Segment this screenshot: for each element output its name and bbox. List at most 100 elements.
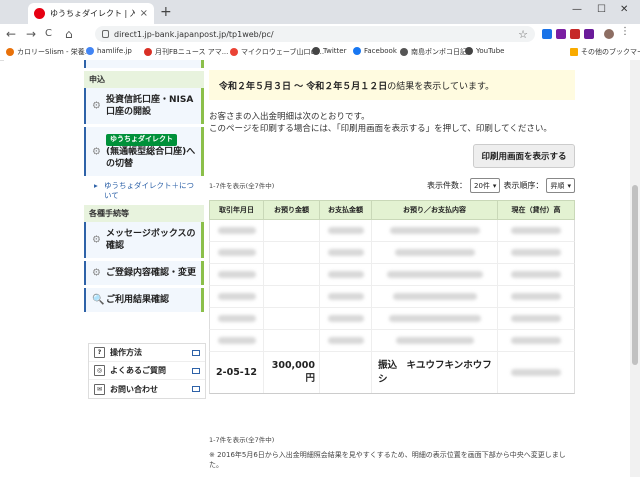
facebook-icon (353, 47, 361, 55)
help-links: ? 操作方法 ◎ よくあるご質問 ✉ お問い合わせ (88, 343, 206, 399)
sidebar-item-label: メッセージボックスの確認 (106, 228, 196, 251)
table-row (209, 220, 575, 242)
tab-bar: ゆうちょダイレクト | 入出金明細照会 × + — ☐ ✕ (0, 0, 640, 24)
table-row (209, 330, 575, 352)
reload-icon[interactable]: C (45, 28, 52, 39)
chevron-down-icon: ▾ (567, 181, 571, 190)
link-label: ゆうちょダイレクト＋について (104, 181, 194, 200)
sidebar-section-apply: 申込 (84, 71, 204, 88)
sidebar-item-label: (無通帳型総合口座)への切替 (106, 146, 196, 169)
bookmark-item[interactable]: 月刊FBニュース アマ... (144, 47, 228, 57)
help-label: 操作方法 (110, 348, 142, 357)
bookmark-item[interactable]: hamlife.jp (86, 47, 132, 55)
per-page-select[interactable]: 20件 ▾ (470, 178, 501, 193)
sidebar-item-partial[interactable] (84, 60, 204, 68)
table-header: 取引年月日 お預り金額 お支払金額 お預り／お支払内容 現在（貸付）高 (209, 200, 575, 220)
tab-title: ゆうちょダイレクト | 入出金明細照会 (50, 9, 135, 18)
extension-purple-icon[interactable] (584, 29, 594, 39)
yucho-favicon-icon (34, 8, 45, 19)
menu-icon[interactable]: ⋮ (620, 26, 630, 37)
column-header: お支払金額 (320, 201, 372, 219)
bookmark-item[interactable]: カロリーSlism - 栄養... (6, 47, 91, 57)
bookmark-item[interactable]: マイクロウェーブ山口の... (230, 47, 324, 57)
period-banner: 令和２年５月３日 ～ 令和２年５月１２日 の結果を表示しています。 (209, 70, 575, 100)
column-header: 取引年月日 (210, 201, 264, 219)
new-tab-button[interactable]: + (160, 4, 172, 20)
close-window-button[interactable]: ✕ (620, 4, 628, 15)
chevron-down-icon: ▾ (492, 181, 497, 190)
row-balance (498, 352, 574, 393)
column-header: お預り／お支払内容 (372, 201, 498, 219)
sidebar-item-label: 投資信託口座・NISA口座の開設 (106, 95, 194, 118)
bookmark-star-icon[interactable]: ☆ (518, 28, 528, 41)
sidebar-item-label: ご登録内容確認・変更 (106, 267, 197, 278)
per-page-label: 表示件数： (427, 181, 467, 190)
column-header: 現在（貸付）高 (511, 206, 561, 214)
onenote-icon[interactable] (556, 29, 566, 39)
sidebar-item-label: ご利用結果確認 (106, 294, 170, 305)
bookmark-favicon-icon (144, 48, 152, 56)
period-range: 令和２年５月３日 ～ 令和２年５月１２日 (219, 81, 388, 92)
back-icon[interactable]: ← (6, 27, 16, 41)
bookmark-item[interactable]: YouTube (465, 47, 504, 55)
question-icon: ? (94, 347, 105, 358)
contact-icon: ✉ (94, 383, 105, 395)
minimize-button[interactable]: — (572, 4, 582, 15)
sidebar-item-switch-passbookless[interactable]: ⚙ ゆうちょダイレクト (無通帳型総合口座)への切替 (84, 127, 204, 176)
bookmark-item[interactable]: 南島ポンポコ日記 (400, 47, 467, 57)
search-document-icon: 🔍 (92, 294, 105, 306)
sidebar-item-message-box[interactable]: ⚙ メッセージボックスの確認 (84, 221, 204, 258)
other-bookmarks[interactable]: その他のブックマーク (570, 47, 640, 57)
sidebar-section-procedures: 各種手続等 (84, 204, 204, 222)
globe-icon (465, 47, 473, 55)
lock-icon (102, 30, 109, 38)
maximize-button[interactable]: ☐ (597, 4, 606, 15)
row-deposit: 300,000円 (264, 352, 320, 393)
help-label: お問い合わせ (110, 384, 158, 394)
browser-toolbar: ← → C ⌂ direct1.jp-bank.japanpost.jp/tp1… (0, 24, 640, 45)
sort-order-select[interactable]: 昇順 ▾ (546, 178, 575, 193)
bookmark-item[interactable]: Twitter (312, 47, 346, 55)
address-bar[interactable]: direct1.jp-bank.japanpost.jp/tp1web/pc/ … (95, 26, 535, 42)
page-scrollbar[interactable] (630, 60, 640, 477)
folder-icon (570, 48, 578, 56)
sidebar-item-usage-results[interactable]: 🔍 ご利用結果確認 (84, 287, 204, 313)
browser-window: ゆうちょダイレクト | 入出金明細照会 × + — ☐ ✕ ← → C ⌂ di… (0, 0, 640, 477)
scrollbar-thumb[interactable] (632, 185, 638, 365)
bookmark-favicon-icon (86, 47, 94, 55)
result-count-top: 1-7件を表示(全7件中) (209, 182, 275, 190)
gear-icon: ⚙ (92, 267, 101, 279)
external-window-icon (192, 386, 200, 392)
profile-avatar[interactable] (604, 29, 614, 39)
bookmarks-bar: カロリーSlism - 栄養... hamlife.jp 月刊FBニュース アマ… (0, 44, 640, 61)
row-description: 振込 キユウフキンホウフシ (372, 352, 498, 393)
bookmark-item[interactable]: Facebook (353, 47, 397, 55)
url-text: direct1.jp-bank.japanpost.jp/tp1web/pc/ (114, 29, 274, 39)
home-icon[interactable]: ⌂ (65, 27, 73, 41)
table-row-highlight: 2-05-12 300,000円 振込 キユウフキンホウフシ (209, 352, 575, 394)
globe-icon (400, 48, 408, 56)
print-view-button[interactable]: 印刷用画面を表示する (473, 144, 575, 168)
help-how-to-use[interactable]: ? 操作方法 (89, 344, 205, 362)
help-label: よくあるご質問 (110, 366, 166, 375)
sidebar: 申込 ⚙ 投資信託口座・NISA口座の開設 ⚙ ゆうちょダイレクト (無通帳型総… (84, 60, 204, 315)
extension-icon[interactable] (542, 29, 552, 39)
row-payment (320, 352, 372, 393)
print-note: このページを印刷する場合には、「印刷用画面を表示する」を押して、印刷してください… (209, 124, 552, 134)
bookmark-favicon-icon (230, 48, 238, 56)
forward-icon[interactable]: → (26, 27, 36, 41)
table-row (209, 308, 575, 330)
column-header: お預り金額 (264, 201, 320, 219)
browser-tab[interactable]: ゆうちょダイレクト | 入出金明細照会 × (28, 3, 154, 24)
sidebar-item-investment-account[interactable]: ⚙ 投資信託口座・NISA口座の開設 (84, 88, 204, 125)
sort-label: 表示順序： (503, 181, 544, 190)
help-contact[interactable]: ✉ お問い合わせ (89, 380, 205, 398)
faq-icon: ◎ (94, 365, 105, 376)
help-faq[interactable]: ◎ よくあるご質問 (89, 362, 205, 380)
yucho-direct-plus-link[interactable]: ▸ ゆうちょダイレクト＋について (84, 179, 204, 205)
list-controls: 表示件数： 20件 ▾ 表示順序： 昇順 ▾ (427, 178, 575, 193)
sidebar-item-registration[interactable]: ⚙ ご登録内容確認・変更 (84, 260, 204, 285)
gear-icon: ⚙ (92, 100, 101, 112)
close-tab-icon[interactable]: × (140, 8, 148, 19)
extension-red-icon[interactable] (570, 29, 580, 39)
